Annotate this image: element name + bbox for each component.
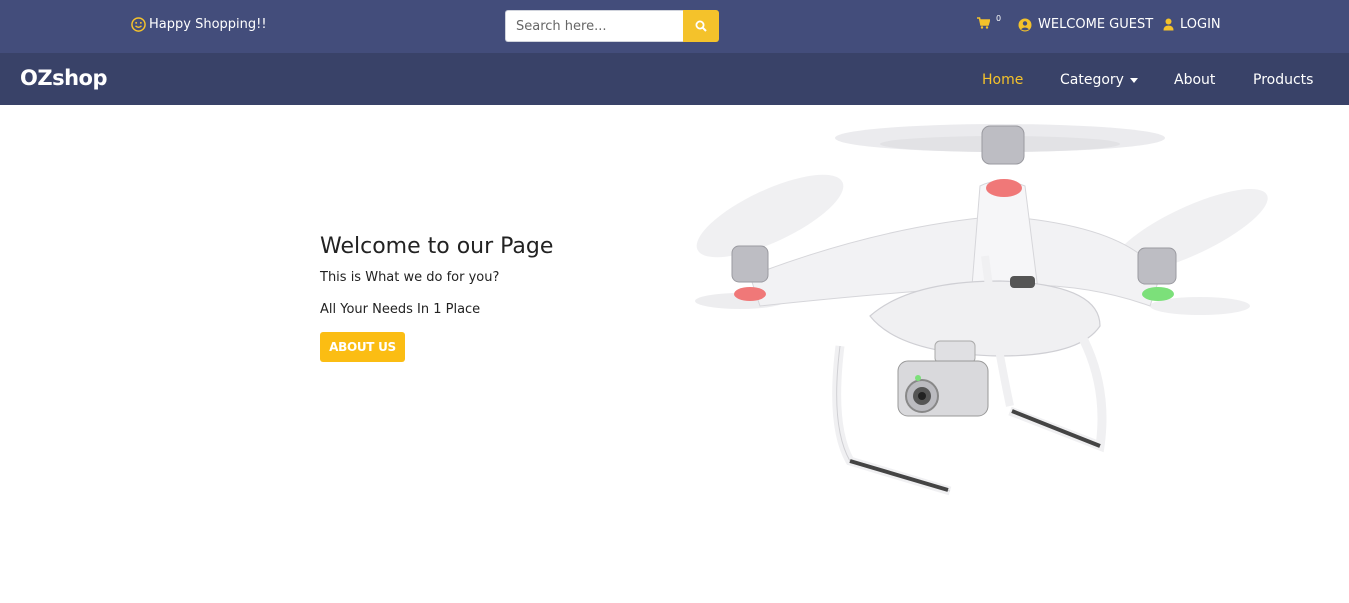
cart-icon bbox=[977, 17, 990, 29]
hero-tagline: All Your Needs In 1 Place bbox=[320, 302, 481, 317]
user-icon bbox=[1163, 18, 1174, 31]
search-input[interactable] bbox=[505, 10, 683, 42]
welcome-link[interactable]: WELCOME GUEST bbox=[1018, 17, 1153, 32]
greeting: Happy Shopping!! bbox=[131, 17, 267, 32]
nav-category-label: Category bbox=[1060, 72, 1124, 88]
search-box bbox=[505, 10, 719, 42]
nav-category[interactable]: Category bbox=[1060, 72, 1138, 88]
nav-products[interactable]: Products bbox=[1253, 72, 1313, 88]
drone-image bbox=[695, 124, 1268, 496]
top-bar: Happy Shopping!! 0 WELCOME GUEST bbox=[0, 0, 1349, 53]
hero-subtitle: This is What we do for you? bbox=[320, 270, 500, 285]
navbar: OZshop Home Category About Products bbox=[0, 53, 1349, 105]
login-link[interactable]: LOGIN bbox=[1163, 17, 1221, 32]
greeting-text: Happy Shopping!! bbox=[149, 17, 267, 32]
caret-down-icon bbox=[1129, 77, 1138, 83]
search-icon bbox=[695, 20, 707, 32]
nav-home[interactable]: Home bbox=[982, 72, 1023, 88]
cart-count: 0 bbox=[996, 13, 1002, 23]
cart-link[interactable]: 0 bbox=[977, 13, 1002, 29]
welcome-text: WELCOME GUEST bbox=[1038, 17, 1154, 32]
brand-logo[interactable]: OZshop bbox=[20, 66, 108, 90]
hero-title: Welcome to our Page bbox=[320, 234, 554, 259]
login-text: LOGIN bbox=[1180, 17, 1221, 32]
search-button[interactable] bbox=[683, 10, 719, 42]
user-circle-icon bbox=[1018, 18, 1032, 31]
about-us-button[interactable]: ABOUT US bbox=[320, 332, 405, 362]
smile-icon bbox=[131, 17, 146, 32]
nav-about[interactable]: About bbox=[1174, 72, 1215, 88]
